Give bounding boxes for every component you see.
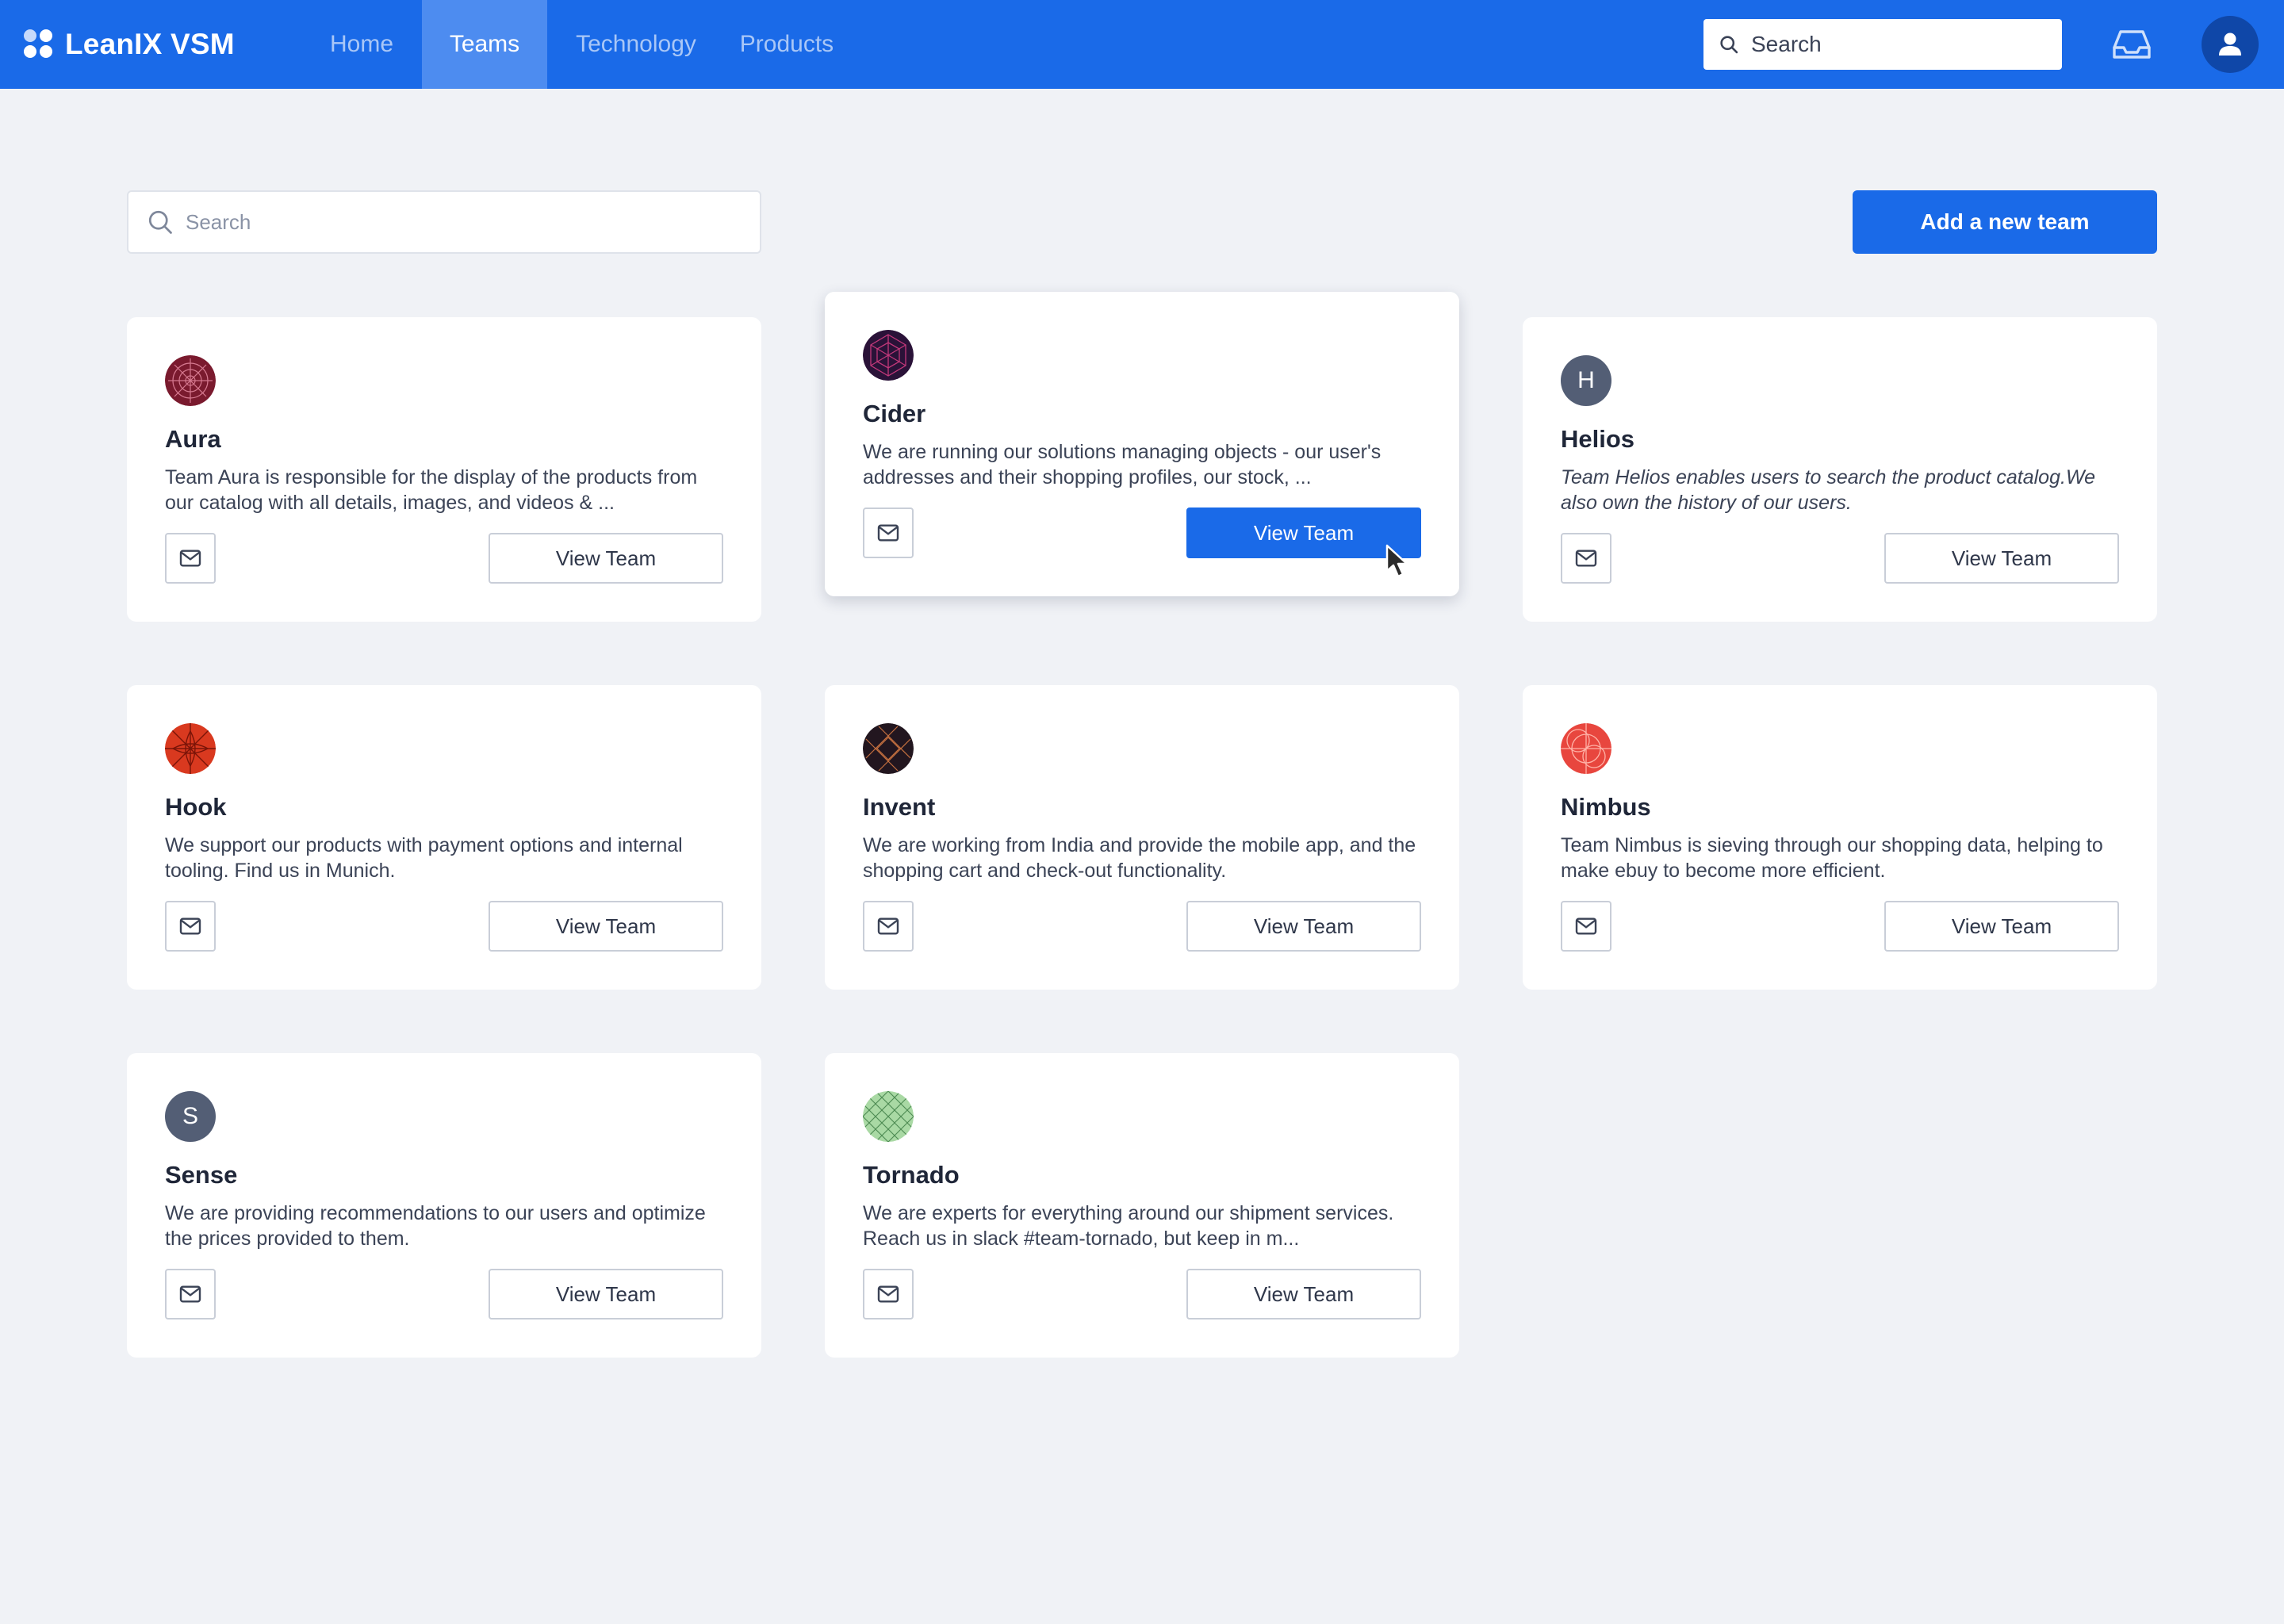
team-description: Team Helios enables users to search the … <box>1561 466 2095 514</box>
team-name: Helios <box>1561 425 1635 453</box>
user-avatar-button[interactable] <box>2202 16 2259 73</box>
global-search-input[interactable] <box>1751 32 2052 57</box>
team-avatar <box>863 1091 914 1142</box>
view-team-button[interactable]: View Team <box>489 901 723 952</box>
mail-icon <box>877 524 899 542</box>
team-name: Nimbus <box>1561 793 1651 821</box>
team-card-invent: Invent We are working from India and pro… <box>825 685 1459 990</box>
nav-item-home[interactable]: Home <box>301 0 422 89</box>
invent-pattern-avatar <box>863 723 914 774</box>
nav-item-technology[interactable]: Technology <box>547 0 725 89</box>
mail-icon <box>877 917 899 935</box>
user-icon <box>2219 33 2241 56</box>
email-team-button[interactable] <box>863 1269 914 1320</box>
email-team-button[interactable] <box>165 1269 216 1320</box>
cider-pattern-avatar <box>863 330 914 381</box>
team-avatar: S <box>165 1091 216 1142</box>
team-avatar <box>863 723 914 774</box>
add-team-button[interactable]: Add a new team <box>1853 190 2157 254</box>
team-card-sense: S Sense We are providing recommendations… <box>127 1053 761 1358</box>
search-icon <box>148 210 172 234</box>
team-name: Sense <box>165 1161 238 1189</box>
team-description: Team Aura is responsible for the display… <box>165 466 698 514</box>
brand-name: LeanIX VSM <box>65 28 235 60</box>
top-navbar: LeanIX VSM Home Teams Technology Product… <box>0 0 2284 89</box>
team-search-input[interactable] <box>186 209 741 235</box>
team-description: Team Nimbus is sieving through our shopp… <box>1561 834 2103 882</box>
search-icon <box>1720 36 1738 54</box>
avatar-initial: H <box>1577 367 1595 393</box>
team-description: We are providing recommendations to our … <box>165 1202 706 1250</box>
team-card-tornado: Tornado We are experts for everything ar… <box>825 1053 1459 1358</box>
team-card-cider: Cider We are running our solutions manag… <box>825 292 1459 596</box>
view-team-button[interactable]: View Team <box>1884 901 2119 952</box>
view-team-button[interactable]: View Team <box>489 533 723 584</box>
team-name: Invent <box>863 793 936 821</box>
email-team-button[interactable] <box>165 533 216 584</box>
email-team-button[interactable] <box>863 508 914 558</box>
main-nav: Home Teams Technology Products <box>301 0 849 89</box>
nimbus-pattern-avatar <box>1561 723 1611 774</box>
hook-pattern-avatar <box>165 723 216 774</box>
team-name: Cider <box>863 400 926 427</box>
email-team-button[interactable] <box>165 901 216 952</box>
mail-icon <box>1575 550 1597 567</box>
nav-item-products[interactable]: Products <box>725 0 849 89</box>
brand[interactable]: LeanIX VSM <box>24 0 235 89</box>
team-avatar <box>165 355 216 406</box>
email-team-button[interactable] <box>863 901 914 952</box>
team-description: We support our products with payment opt… <box>165 834 683 882</box>
mail-icon <box>179 550 201 567</box>
mail-icon <box>179 917 201 935</box>
team-avatar: H <box>1561 355 1611 406</box>
team-card-nimbus: Nimbus Team Nimbus is sieving through ou… <box>1523 685 2157 990</box>
nav-item-teams[interactable]: Teams <box>422 0 547 89</box>
team-name: Tornado <box>863 1161 960 1189</box>
email-team-button[interactable] <box>1561 901 1611 952</box>
view-team-button[interactable]: View Team <box>1186 1269 1421 1320</box>
team-description: We are running our solutions managing ob… <box>863 441 1382 488</box>
leanix-logo-icon <box>24 29 52 59</box>
team-card-hook: Hook We support our products with paymen… <box>127 685 761 990</box>
inbox-icon[interactable] <box>2110 25 2154 63</box>
team-name: Hook <box>165 793 227 821</box>
team-description: We are experts for everything around our… <box>863 1202 1394 1250</box>
mail-icon <box>179 1285 201 1303</box>
mail-icon <box>1575 917 1597 935</box>
global-search[interactable] <box>1703 19 2062 70</box>
email-team-button[interactable] <box>1561 533 1611 584</box>
team-avatar <box>165 723 216 774</box>
team-name: Aura <box>165 425 221 453</box>
view-team-button[interactable]: View Team <box>1186 508 1421 558</box>
team-card-aura: Aura Team Aura is responsible for the di… <box>127 317 761 622</box>
aura-pattern-avatar <box>165 355 216 406</box>
team-avatar <box>1561 723 1611 774</box>
team-search[interactable] <box>127 190 761 254</box>
mail-icon <box>877 1285 899 1303</box>
view-team-button[interactable]: View Team <box>1884 533 2119 584</box>
avatar-initial: S <box>182 1103 198 1129</box>
team-card-helios: H Helios Team Helios enables users to se… <box>1523 317 2157 622</box>
view-team-button[interactable]: View Team <box>1186 901 1421 952</box>
view-team-button[interactable]: View Team <box>489 1269 723 1320</box>
team-avatar <box>863 330 914 381</box>
tornado-pattern-avatar <box>863 1091 914 1142</box>
team-description: We are working from India and provide th… <box>863 834 1416 882</box>
